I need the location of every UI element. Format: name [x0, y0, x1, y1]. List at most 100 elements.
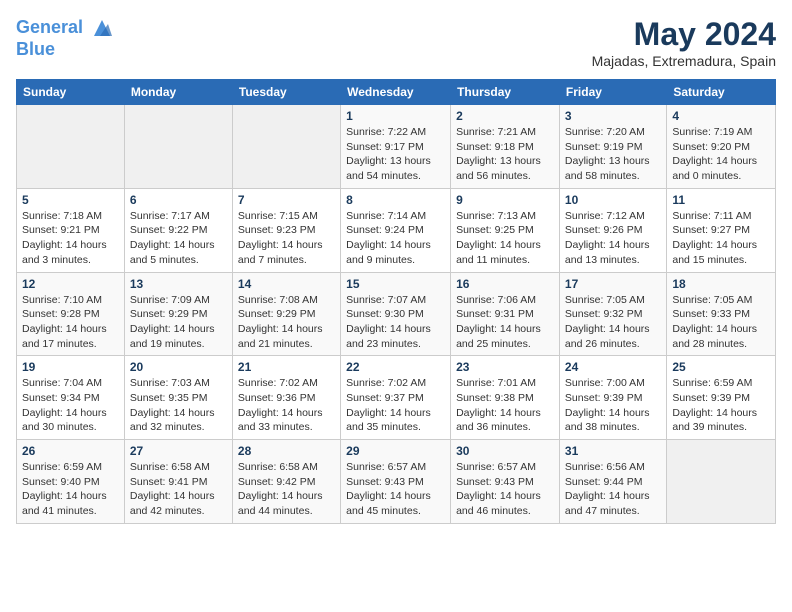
calendar-cell: 11 Sunrise: 7:11 AMSunset: 9:27 PMDayligh… [667, 188, 776, 272]
day-info: Sunrise: 7:00 AMSunset: 9:39 PMDaylight:… [565, 376, 661, 435]
calendar-week-5: 26Sunrise: 6:59 AMSunset: 9:40 PMDayligh… [17, 440, 776, 524]
day-number: 11 [672, 193, 770, 207]
day-number: 16 [456, 277, 554, 291]
logo: General Blue [16, 16, 114, 60]
day-number: 8 [346, 193, 445, 207]
day-number: 3 [565, 109, 661, 123]
day-info: Sunrise: 7:03 AMSunset: 9:35 PMDaylight:… [130, 376, 227, 435]
day-number: 12 [22, 277, 119, 291]
day-info: Sunrise: 6:59 AMSunset: 9:39 PMDaylight:… [672, 376, 770, 435]
col-header-friday: Friday [559, 80, 666, 105]
title-block: May 2024 Majadas, Extremadura, Spain [592, 16, 776, 69]
calendar-cell: 19Sunrise: 7:04 AMSunset: 9:34 PMDayligh… [17, 356, 125, 440]
logo-icon [90, 16, 114, 40]
calendar-cell: 3 Sunrise: 7:20 AMSunset: 9:19 PMDaylight… [559, 105, 666, 189]
day-number: 9 [456, 193, 554, 207]
month-title: May 2024 [592, 16, 776, 53]
calendar-cell: 23 Sunrise: 7:01 AMSunset: 9:38 PMDayligh… [451, 356, 560, 440]
calendar-cell: 9 Sunrise: 7:13 AMSunset: 9:25 PMDaylight… [451, 188, 560, 272]
day-info: Sunrise: 7:15 AMSunset: 9:23 PMDaylight:… [238, 209, 335, 268]
calendar-cell: 6 Sunrise: 7:17 AMSunset: 9:22 PMDaylight… [124, 188, 232, 272]
day-number: 23 [456, 360, 554, 374]
col-header-sunday: Sunday [17, 80, 125, 105]
day-info: Sunrise: 7:05 AMSunset: 9:33 PMDaylight:… [672, 293, 770, 352]
day-info: Sunrise: 7:08 AMSunset: 9:29 PMDaylight:… [238, 293, 335, 352]
day-info: Sunrise: 7:14 AMSunset: 9:24 PMDaylight:… [346, 209, 445, 268]
calendar-cell: 24Sunrise: 7:00 AMSunset: 9:39 PMDayligh… [559, 356, 666, 440]
day-info: Sunrise: 7:19 AMSunset: 9:20 PMDaylight:… [672, 125, 770, 184]
day-info: Sunrise: 7:07 AMSunset: 9:30 PMDaylight:… [346, 293, 445, 352]
day-info: Sunrise: 7:05 AMSunset: 9:32 PMDaylight:… [565, 293, 661, 352]
day-info: Sunrise: 6:56 AMSunset: 9:44 PMDaylight:… [565, 460, 661, 519]
day-number: 7 [238, 193, 335, 207]
day-number: 15 [346, 277, 445, 291]
calendar-cell: 20Sunrise: 7:03 AMSunset: 9:35 PMDayligh… [124, 356, 232, 440]
day-number: 27 [130, 444, 227, 458]
col-header-wednesday: Wednesday [341, 80, 451, 105]
day-number: 18 [672, 277, 770, 291]
calendar-cell: 26Sunrise: 6:59 AMSunset: 9:40 PMDayligh… [17, 440, 125, 524]
calendar-cell: 14 Sunrise: 7:08 AMSunset: 9:29 PMDayligh… [232, 272, 340, 356]
col-header-monday: Monday [124, 80, 232, 105]
calendar-week-2: 5Sunrise: 7:18 AMSunset: 9:21 PMDaylight… [17, 188, 776, 272]
day-number: 26 [22, 444, 119, 458]
calendar-week-3: 12Sunrise: 7:10 AMSunset: 9:28 PMDayligh… [17, 272, 776, 356]
day-number: 14 [238, 277, 335, 291]
day-number: 4 [672, 109, 770, 123]
day-number: 1 [346, 109, 445, 123]
col-header-tuesday: Tuesday [232, 80, 340, 105]
day-info: Sunrise: 7:21 AMSunset: 9:18 PMDaylight:… [456, 125, 554, 184]
day-number: 28 [238, 444, 335, 458]
calendar-cell [124, 105, 232, 189]
calendar-cell: 27 Sunrise: 6:58 AMSunset: 9:41 PMDayligh… [124, 440, 232, 524]
calendar-cell: 5Sunrise: 7:18 AMSunset: 9:21 PMDaylight… [17, 188, 125, 272]
day-info: Sunrise: 6:58 AMSunset: 9:42 PMDaylight:… [238, 460, 335, 519]
col-header-thursday: Thursday [451, 80, 560, 105]
logo-text: General Blue [16, 16, 114, 60]
calendar-cell: 1 Sunrise: 7:22 AMSunset: 9:17 PMDaylight… [341, 105, 451, 189]
day-info: Sunrise: 7:17 AMSunset: 9:22 PMDaylight:… [130, 209, 227, 268]
day-number: 6 [130, 193, 227, 207]
calendar-cell: 28 Sunrise: 6:58 AMSunset: 9:42 PMDayligh… [232, 440, 340, 524]
day-info: Sunrise: 7:06 AMSunset: 9:31 PMDaylight:… [456, 293, 554, 352]
location: Majadas, Extremadura, Spain [592, 53, 776, 69]
col-header-saturday: Saturday [667, 80, 776, 105]
calendar-cell: 13Sunrise: 7:09 AMSunset: 9:29 PMDayligh… [124, 272, 232, 356]
day-number: 29 [346, 444, 445, 458]
day-number: 31 [565, 444, 661, 458]
calendar-cell: 29 Sunrise: 6:57 AMSunset: 9:43 PMDayligh… [341, 440, 451, 524]
calendar-cell: 15 Sunrise: 7:07 AMSunset: 9:30 PMDayligh… [341, 272, 451, 356]
calendar-cell: 31 Sunrise: 6:56 AMSunset: 9:44 PMDayligh… [559, 440, 666, 524]
day-number: 22 [346, 360, 445, 374]
day-number: 19 [22, 360, 119, 374]
day-info: Sunrise: 7:22 AMSunset: 9:17 PMDaylight:… [346, 125, 445, 184]
page-header: General Blue May 2024 Majadas, Extremadu… [16, 16, 776, 69]
calendar-table: SundayMondayTuesdayWednesdayThursdayFrid… [16, 79, 776, 524]
day-info: Sunrise: 7:02 AMSunset: 9:36 PMDaylight:… [238, 376, 335, 435]
day-info: Sunrise: 6:58 AMSunset: 9:41 PMDaylight:… [130, 460, 227, 519]
calendar-cell: 30Sunrise: 6:57 AMSunset: 9:43 PMDayligh… [451, 440, 560, 524]
calendar-cell: 16 Sunrise: 7:06 AMSunset: 9:31 PMDayligh… [451, 272, 560, 356]
day-info: Sunrise: 7:02 AMSunset: 9:37 PMDaylight:… [346, 376, 445, 435]
calendar-week-4: 19Sunrise: 7:04 AMSunset: 9:34 PMDayligh… [17, 356, 776, 440]
day-number: 17 [565, 277, 661, 291]
calendar-cell: 17 Sunrise: 7:05 AMSunset: 9:32 PMDayligh… [559, 272, 666, 356]
day-info: Sunrise: 7:11 AMSunset: 9:27 PMDaylight:… [672, 209, 770, 268]
day-number: 5 [22, 193, 119, 207]
day-info: Sunrise: 7:20 AMSunset: 9:19 PMDaylight:… [565, 125, 661, 184]
day-number: 30 [456, 444, 554, 458]
day-info: Sunrise: 7:13 AMSunset: 9:25 PMDaylight:… [456, 209, 554, 268]
day-info: Sunrise: 7:01 AMSunset: 9:38 PMDaylight:… [456, 376, 554, 435]
day-info: Sunrise: 6:57 AMSunset: 9:43 PMDaylight:… [346, 460, 445, 519]
day-info: Sunrise: 7:12 AMSunset: 9:26 PMDaylight:… [565, 209, 661, 268]
calendar-cell: 21 Sunrise: 7:02 AMSunset: 9:36 PMDayligh… [232, 356, 340, 440]
day-number: 2 [456, 109, 554, 123]
calendar-cell: 12Sunrise: 7:10 AMSunset: 9:28 PMDayligh… [17, 272, 125, 356]
calendar-cell: 8 Sunrise: 7:14 AMSunset: 9:24 PMDaylight… [341, 188, 451, 272]
day-number: 10 [565, 193, 661, 207]
calendar-cell: 2 Sunrise: 7:21 AMSunset: 9:18 PMDaylight… [451, 105, 560, 189]
calendar-cell [17, 105, 125, 189]
calendar-cell: 7 Sunrise: 7:15 AMSunset: 9:23 PMDaylight… [232, 188, 340, 272]
day-number: 21 [238, 360, 335, 374]
day-number: 13 [130, 277, 227, 291]
